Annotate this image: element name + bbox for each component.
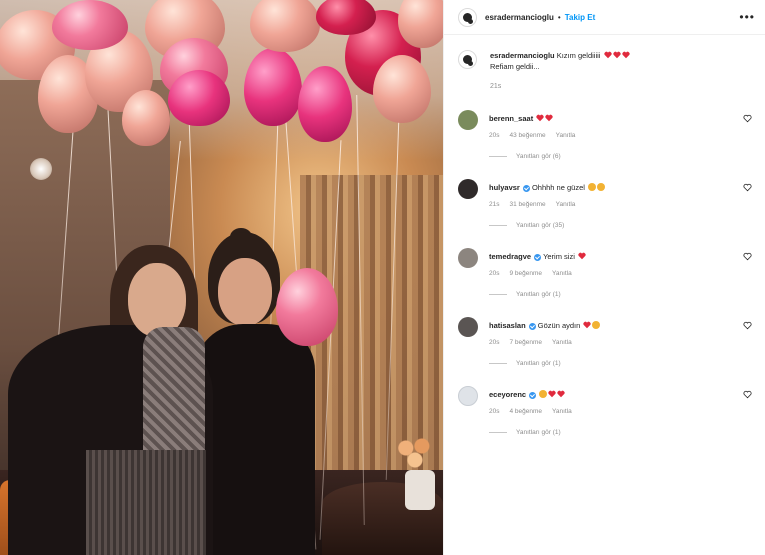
separator: • <box>557 12 561 22</box>
heart-eyes-icon <box>587 183 606 192</box>
view-replies-label: Yanıtları gör (1) <box>516 429 561 436</box>
comment-text: Ohhhh ne güzel <box>531 183 585 192</box>
post-header: esradermancioglu • Takip Et ••• <box>444 0 765 35</box>
follow-button[interactable]: Takip Et <box>565 13 596 22</box>
avatar[interactable] <box>458 317 478 337</box>
like-heart-icon[interactable] <box>743 390 752 399</box>
balloon <box>168 70 230 126</box>
balloon <box>398 0 443 48</box>
heart-red-icon <box>603 51 630 60</box>
like-heart-icon[interactable] <box>743 114 752 123</box>
comment-author[interactable]: hulyavsr <box>489 183 520 192</box>
vase <box>405 470 435 510</box>
reply-button[interactable]: Yanıtla <box>556 132 576 139</box>
ceiling-light <box>30 158 52 180</box>
avatar[interactable] <box>458 50 477 69</box>
view-replies-label: Yanıtları gör (1) <box>516 291 561 298</box>
balloon-held <box>276 268 338 346</box>
comment-author[interactable]: temedragve <box>489 252 531 261</box>
like-heart-icon[interactable] <box>743 252 752 261</box>
divider <box>489 363 507 364</box>
balloon <box>298 66 352 142</box>
comment-text: Gözün aydın <box>537 321 581 330</box>
balloon <box>52 0 128 50</box>
balloon <box>244 48 302 126</box>
view-replies-label: Yanıtları gör (6) <box>516 153 561 160</box>
balloon <box>122 90 170 146</box>
reply-button[interactable]: Yanıtla <box>552 408 572 415</box>
comment-author[interactable]: eceyorenc <box>489 390 526 399</box>
heart-eyes-icon <box>591 321 601 330</box>
caption-line-1: Kızım geldiiiii <box>556 51 601 60</box>
reply-button[interactable]: Yanıtla <box>556 201 576 208</box>
comment-likes[interactable]: 31 beğenme <box>509 201 545 208</box>
view-replies-button[interactable]: Yanıtları gör (6) <box>489 153 758 160</box>
avatar[interactable] <box>458 110 478 130</box>
comment-likes[interactable]: 4 beğenme <box>509 408 542 415</box>
heart-red-icon <box>535 114 553 123</box>
verified-badge-icon <box>534 253 542 261</box>
more-options-icon[interactable]: ••• <box>739 11 755 23</box>
like-heart-icon[interactable] <box>743 321 752 330</box>
comment-text: Yerim sizi <box>543 252 575 261</box>
person-daughter <box>8 245 213 555</box>
comment-likes[interactable]: 9 beğenme <box>509 270 542 277</box>
avatar[interactable] <box>458 386 478 406</box>
avatar[interactable] <box>458 7 477 27</box>
avatar[interactable] <box>458 248 478 268</box>
divider <box>489 225 507 226</box>
post-author[interactable]: esradermancioglu <box>485 13 554 22</box>
comment-time: 20s <box>489 408 500 415</box>
verified-badge-icon <box>529 391 537 399</box>
view-replies-button[interactable]: Yanıtları gör (1) <box>489 429 758 436</box>
balloon <box>373 55 431 123</box>
comment-time: 20s <box>489 270 500 277</box>
post-window: esradermancioglu • Takip Et ••• esraderm… <box>0 0 765 555</box>
view-replies-button[interactable]: Yanıtları gör (1) <box>489 360 758 367</box>
reply-button[interactable]: Yanıtla <box>552 339 572 346</box>
comment-likes[interactable]: 7 beğenme <box>509 339 542 346</box>
profile-glyph-icon <box>463 12 472 22</box>
comment: hatisaslan Gözün aydın 20s 7 beğenme Yan… <box>458 317 758 367</box>
flowers <box>392 432 438 472</box>
view-replies-button[interactable]: Yanıtları gör (35) <box>489 222 758 229</box>
comment-time: 20s <box>489 132 500 139</box>
comment: hulyavsr Ohhhh ne güzel 21s 31 beğenme Y… <box>458 179 758 229</box>
divider <box>489 294 507 295</box>
post-sidebar: esradermancioglu • Takip Et ••• esraderm… <box>443 0 765 555</box>
caption-author[interactable]: esradermancioglu <box>490 51 555 60</box>
caption-line-2: Refiam geldii... <box>490 62 540 71</box>
view-replies-label: Yanıtları gör (1) <box>516 360 561 367</box>
divider <box>489 432 507 433</box>
verified-badge-icon <box>522 184 530 192</box>
comment: berenn_saat 20s 43 beğenme Yanıtla Yanıt… <box>458 110 758 160</box>
heart-eyes-icon <box>538 390 548 399</box>
view-replies-label: Yanıtları gör (35) <box>516 222 565 229</box>
divider <box>489 156 507 157</box>
comment-likes[interactable]: 43 beğenme <box>509 132 545 139</box>
balloon <box>250 0 320 52</box>
balloon <box>316 0 376 35</box>
comment-author[interactable]: berenn_saat <box>489 114 533 123</box>
reply-button[interactable]: Yanıtla <box>552 270 572 277</box>
comment: eceyorenc 20s 4 beğenme Yanıtla Yanıtlar… <box>458 386 758 436</box>
heart-red-icon <box>577 252 586 261</box>
comment-author[interactable]: hatisaslan <box>489 321 526 330</box>
heart-red-icon <box>547 390 565 399</box>
comment-time: 20s <box>489 339 500 346</box>
verified-badge-icon <box>528 322 536 330</box>
view-replies-button[interactable]: Yanıtları gör (1) <box>489 291 758 298</box>
profile-glyph-icon <box>463 55 472 64</box>
post-caption: esradermancioglu Kızım geldiiiii Refiam … <box>444 35 765 92</box>
comment-time: 21s <box>489 201 500 208</box>
like-heart-icon[interactable] <box>743 183 752 192</box>
avatar[interactable] <box>458 179 478 199</box>
post-photo[interactable] <box>0 0 443 555</box>
comment: temedragve Yerim sizi 20s 9 beğenme Yanı… <box>458 248 758 298</box>
caption-time: 21s <box>490 83 502 90</box>
